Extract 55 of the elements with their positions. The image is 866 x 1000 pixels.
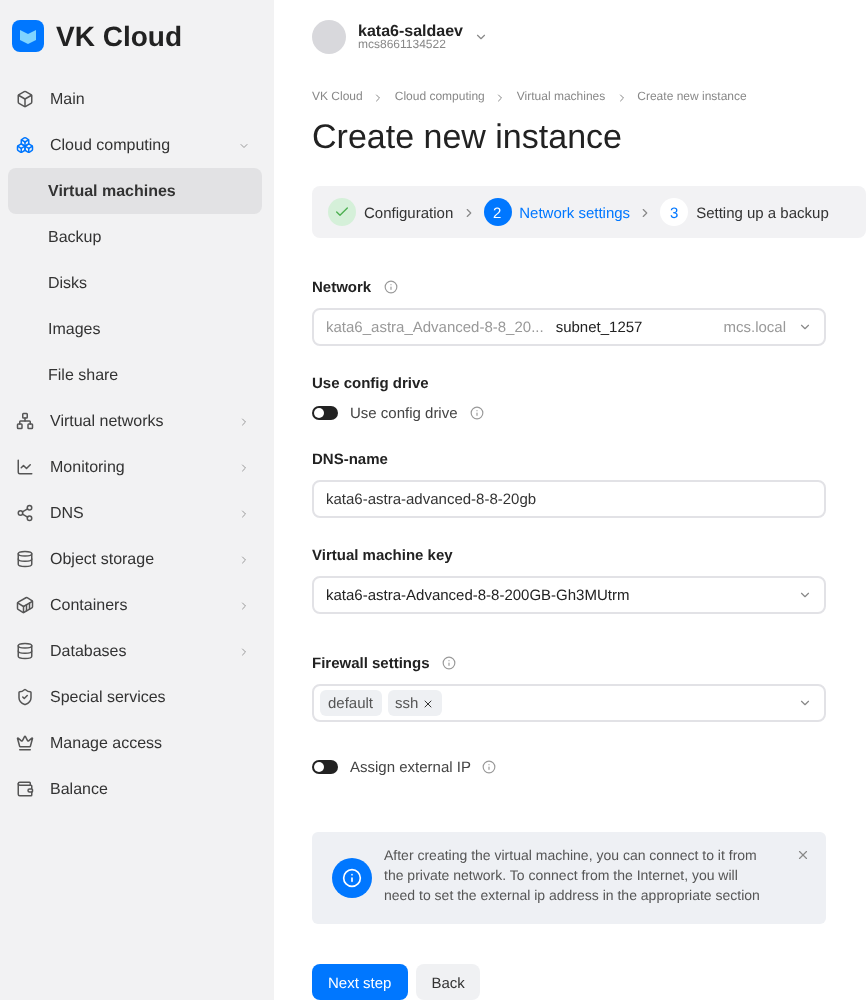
chevron-right-icon <box>372 92 385 104</box>
close-icon[interactable] <box>796 848 810 862</box>
sidebar-item[interactable]: Balance <box>8 766 262 812</box>
network-icon <box>16 412 34 430</box>
toggle-switch[interactable] <box>312 760 338 774</box>
chart-icon <box>16 458 34 476</box>
info-icon[interactable] <box>383 280 398 294</box>
sidebar-item[interactable]: File share <box>8 352 262 398</box>
account-name: kata6-saldaev <box>358 21 463 39</box>
sidebar-item[interactable]: Cloud computing <box>8 122 262 168</box>
sidebar-item[interactable]: Main <box>8 76 262 122</box>
database-icon <box>16 642 34 660</box>
chevron-down-icon <box>798 588 812 602</box>
shield-icon <box>16 688 34 706</box>
chevron-down-icon <box>798 696 812 710</box>
sidebar-item[interactable]: Virtual networks <box>8 398 262 444</box>
sidebar-item[interactable]: Images <box>8 306 262 352</box>
chevron-right-icon <box>615 92 628 104</box>
sidebar-item[interactable]: Special services <box>8 674 262 720</box>
storage-icon <box>16 550 34 568</box>
chevron-down-icon[interactable] <box>474 29 489 43</box>
sidebar-item[interactable]: DNS <box>8 490 262 536</box>
chevron-right-icon <box>238 599 250 611</box>
chevron-right-icon <box>238 461 250 473</box>
container-icon <box>16 596 34 614</box>
chevron-right-icon <box>238 645 250 657</box>
logo-text: VK Cloud <box>56 20 182 52</box>
info-icon[interactable] <box>469 406 484 420</box>
page-title: Create new instance <box>312 118 624 158</box>
sidebar-item[interactable]: Containers <box>8 582 262 628</box>
chevron-right-icon <box>238 507 250 519</box>
toggle-switch[interactable] <box>312 406 338 420</box>
sidebar-item[interactable]: Backup <box>8 214 262 260</box>
crown-icon <box>16 734 34 752</box>
sidebar-item[interactable]: Monitoring <box>8 444 262 490</box>
info-icon[interactable] <box>441 656 456 670</box>
info-icon[interactable] <box>482 760 497 774</box>
sidebar-item[interactable]: Manage access <box>8 720 262 766</box>
remove-icon[interactable] <box>422 697 435 709</box>
sidebar-item[interactable]: Object storage <box>8 536 262 582</box>
sidebar-item[interactable]: Disks <box>8 260 262 306</box>
share-icon <box>16 504 34 522</box>
chevron-down-icon <box>238 139 250 151</box>
chevron-right-icon <box>238 553 250 565</box>
wallet-icon <box>16 780 34 798</box>
chevron-right-icon <box>461 205 476 219</box>
logo-icon <box>12 20 44 52</box>
chevron-down-icon <box>798 320 812 334</box>
sidebar-item[interactable]: Databases <box>8 628 262 674</box>
chevron-right-icon <box>494 92 507 104</box>
info-icon <box>332 858 372 898</box>
chevron-right-icon <box>238 415 250 427</box>
sidebar-item[interactable]: Virtual machines <box>8 168 262 214</box>
chevron-right-icon <box>638 205 653 219</box>
cube-icon <box>16 90 34 108</box>
